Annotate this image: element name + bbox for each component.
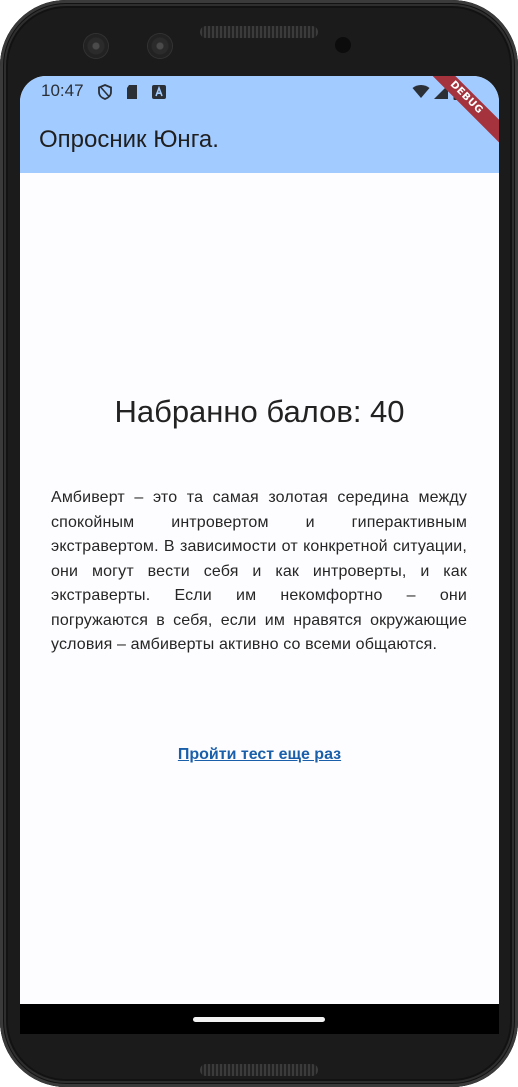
- status-time: 10:47: [41, 81, 84, 100]
- home-gesture-handle[interactable]: [193, 1017, 325, 1022]
- earpiece-speaker: [200, 26, 318, 38]
- app-title: Опросник Юнга.: [39, 126, 219, 153]
- front-camera-icon: [84, 34, 108, 58]
- proximity-sensor: [335, 37, 351, 53]
- shield-icon: [98, 84, 112, 100]
- score-heading: Набранно балов: 40: [114, 394, 405, 429]
- sd-card-icon: [127, 85, 137, 99]
- bottom-speaker: [200, 1064, 318, 1076]
- front-camera-2-icon: [148, 34, 172, 58]
- retry-test-button[interactable]: Пройти тест еще раз: [20, 746, 499, 764]
- app-screen: 10:47 DEBUG Опросник Юнга. Набранно бало…: [20, 76, 499, 1034]
- app-bar: 10:47 DEBUG Опросник Юнга.: [20, 76, 499, 173]
- keyboard-a-icon: [152, 85, 166, 99]
- wifi-icon: [412, 85, 430, 98]
- personality-description: Амбиверт – это та самая золотая середина…: [51, 489, 467, 653]
- phone-frame: 10:47 DEBUG Опросник Юнга. Набранно бало…: [0, 0, 518, 1087]
